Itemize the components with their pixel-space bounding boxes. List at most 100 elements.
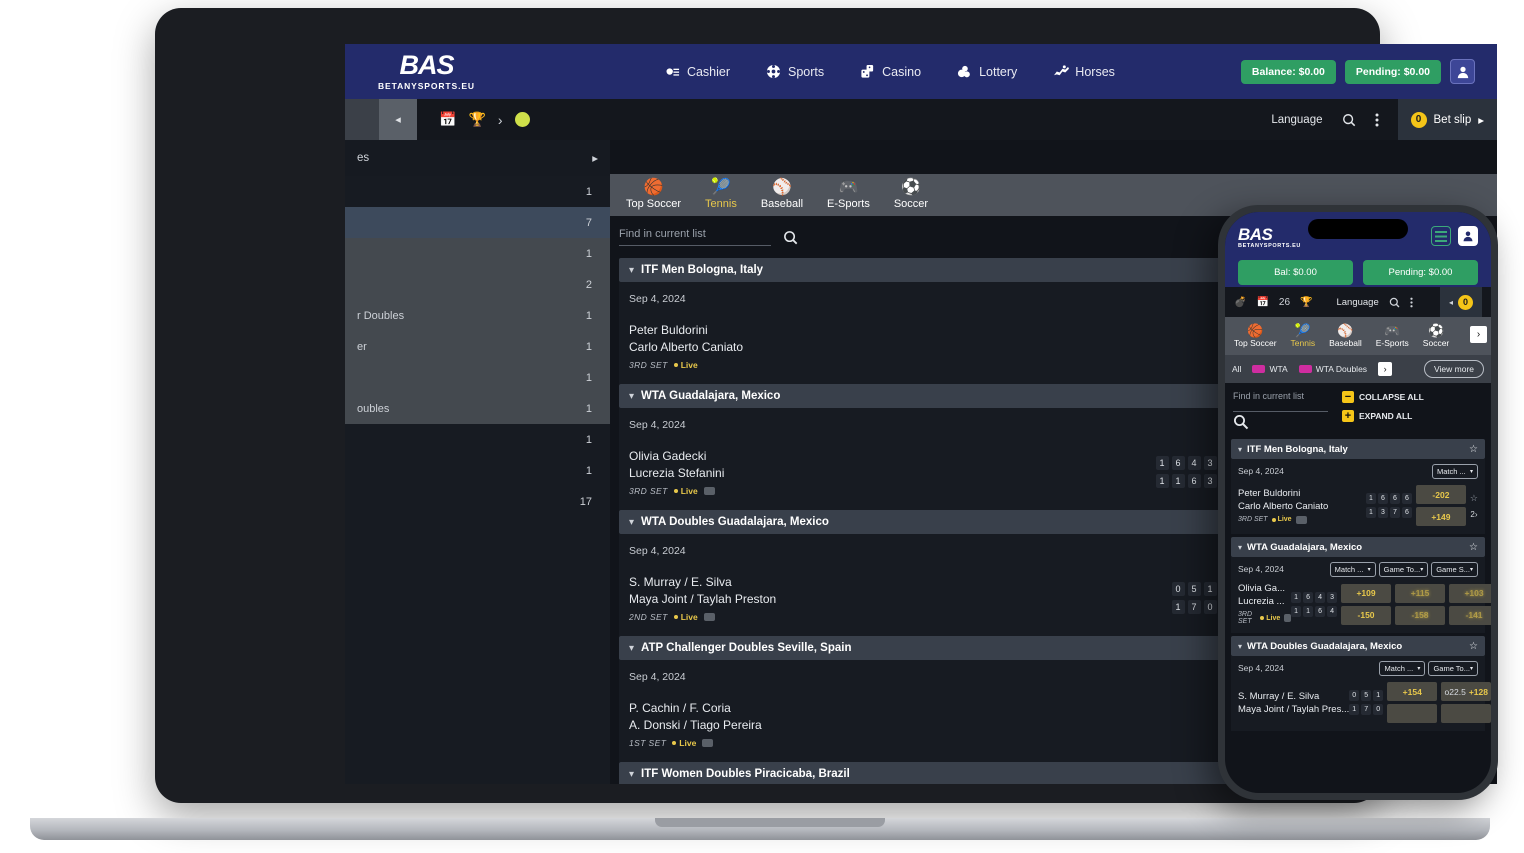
phone-league-header[interactable]: ▾ ITF Men Bologna, Italy ☆ — [1231, 439, 1485, 459]
sidebar-row[interactable]: 1 — [345, 455, 610, 486]
phone-sports-next-icon[interactable]: › — [1470, 326, 1487, 343]
bet-slip-button[interactable]: 0 Bet slip ▸ — [1397, 99, 1497, 140]
chevron-down-icon[interactable]: ▾ — [629, 391, 634, 402]
more-vertical-icon[interactable] — [1375, 113, 1379, 127]
menu-item-cashier[interactable]: Cashier — [665, 64, 730, 79]
sidebar-row[interactable]: 17 — [345, 486, 610, 517]
phone-market-select[interactable]: Game S... ▾ — [1431, 561, 1478, 577]
phone-bet-slip-button[interactable]: ◂ 0 — [1439, 287, 1482, 317]
phone-sport-tab-e-sports[interactable]: 🎮 E-Sports — [1376, 324, 1409, 348]
user-avatar-icon[interactable] — [1450, 59, 1475, 84]
sidebar-row[interactable]: 7 — [345, 207, 610, 238]
phone-pending-badge[interactable]: Pending: $0.00 — [1363, 260, 1478, 285]
odds-button[interactable]: +149 — [1415, 507, 1466, 526]
tv-stream-icon[interactable] — [1284, 614, 1292, 622]
odds-button[interactable]: -158 — [1395, 605, 1446, 625]
sidebar-row[interactable]: 1 — [345, 424, 610, 455]
odds-button[interactable]: -202 — [1415, 485, 1466, 504]
balance-badge[interactable]: Balance: $0.00 — [1240, 59, 1336, 84]
odds-button[interactable]: +109 — [1341, 583, 1392, 603]
live-icon[interactable]: 💣 — [1234, 297, 1246, 308]
phone-view-more-button[interactable]: View more — [1424, 360, 1484, 378]
favorite-star-icon[interactable]: ☆ — [1469, 444, 1478, 455]
sport-tab-soccer[interactable]: ⚽ Soccer — [894, 180, 928, 211]
phone-filter-chip[interactable]: WTA Doubles — [1298, 364, 1367, 374]
phone-match-row[interactable]: S. Murray / E. Silva Maya Joint / Taylah … — [1231, 680, 1491, 727]
menu-item-sports[interactable]: Sports — [766, 64, 824, 79]
sidebar-row[interactable]: er 1 — [345, 331, 610, 362]
favorite-star-icon[interactable]: ☆ — [1469, 641, 1478, 652]
odds-button[interactable]: +103 — [1449, 583, 1491, 603]
chevron-down-icon[interactable]: ▾ — [629, 517, 634, 528]
tv-stream-icon[interactable] — [703, 486, 715, 495]
phone-sport-tab-tennis[interactable]: 🎾 Tennis — [1291, 324, 1316, 348]
sidebar-row[interactable]: r Doubles 1 — [345, 300, 610, 331]
phone-market-select[interactable]: Match ... ▾ — [1432, 463, 1478, 479]
phone-league-header[interactable]: ▾ WTA Doubles Guadalajara, Mexico ☆ — [1231, 636, 1485, 656]
phone-filter-chip[interactable]: WTA — [1252, 364, 1288, 374]
phone-collapse-all-button[interactable]: − COLLAPSE ALL — [1342, 391, 1424, 403]
odds-button[interactable]: -150 — [1341, 605, 1392, 625]
phone-expand-all-button[interactable]: + EXPAND ALL — [1342, 410, 1424, 422]
phone-logo[interactable]: BAS BETANYSPORTS.EU — [1238, 226, 1301, 249]
sport-tab-top-soccer[interactable]: 🏀 Top Soccer — [626, 180, 681, 211]
phone-find-input[interactable]: Find in current list — [1233, 391, 1328, 412]
pending-badge[interactable]: Pending: $0.00 — [1344, 59, 1441, 84]
chevron-down-icon[interactable]: ▾ — [1238, 642, 1242, 651]
phone-filter-chip[interactable]: All — [1232, 364, 1241, 374]
user-avatar-icon[interactable] — [1458, 226, 1478, 246]
chevron-down-icon[interactable]: ▾ — [629, 265, 634, 276]
more-markets-count[interactable]: 2› — [1470, 510, 1477, 519]
sidebar-collapse-button[interactable]: ◂ — [379, 99, 417, 140]
sidebar-row[interactable]: 1 — [345, 238, 610, 269]
search-icon[interactable] — [783, 230, 798, 245]
favorite-star-icon[interactable]: ☆ — [1470, 493, 1478, 504]
chevron-down-icon[interactable]: ▾ — [629, 769, 634, 780]
site-logo[interactable]: BAS BETANYSPORTS.EU — [378, 52, 475, 92]
phone-sport-tab-top-soccer[interactable]: 🏀 Top Soccer — [1234, 324, 1277, 348]
odds-button[interactable]: +154 — [1387, 682, 1438, 701]
phone-filters-next-icon[interactable]: › — [1378, 362, 1393, 376]
menu-item-horses[interactable]: Horses — [1053, 64, 1115, 79]
find-in-list-input[interactable]: Find in current list — [619, 228, 771, 246]
phone-sport-tab-baseball[interactable]: ⚾ Baseball — [1329, 324, 1362, 348]
tv-stream-icon[interactable] — [703, 612, 715, 621]
phone-market-select[interactable]: Game To... ▾ — [1378, 561, 1429, 577]
trophy-icon[interactable]: 🏆 — [468, 111, 485, 128]
menu-item-lottery[interactable]: Lottery — [957, 64, 1017, 79]
favorite-star-icon[interactable]: ☆ — [1469, 542, 1478, 553]
phone-sport-tab-soccer[interactable]: ⚽ Soccer — [1423, 324, 1449, 348]
sidebar-row[interactable]: 1 — [345, 362, 610, 393]
phone-match-more[interactable]: ☆ 2› — [1470, 493, 1478, 519]
sidebar-tab-handle[interactable] — [345, 99, 379, 140]
tv-stream-icon[interactable] — [1295, 515, 1307, 524]
search-icon[interactable] — [1389, 297, 1400, 308]
language-button[interactable]: Language — [1271, 114, 1322, 126]
sidebar-row[interactable]: 1 — [345, 176, 610, 207]
sport-tab-tennis[interactable]: 🎾 Tennis — [705, 180, 737, 211]
calendar-icon[interactable]: 📅 — [1256, 297, 1268, 308]
trophy-icon[interactable]: 🏆 — [1300, 297, 1312, 308]
chevron-down-icon[interactable]: ▾ — [1238, 445, 1242, 454]
sidebar-header[interactable]: es ▸ — [345, 140, 610, 176]
chevron-down-icon[interactable]: ▾ — [1238, 543, 1242, 552]
menu-item-casino[interactable]: Casino — [860, 64, 921, 79]
sidebar-row[interactable]: 2 — [345, 269, 610, 300]
tv-stream-icon[interactable] — [702, 738, 714, 747]
phone-match-row[interactable]: Olivia Ga... Lucrezia ... 3RD SET Live 1 6 4 3 1… — [1231, 581, 1491, 629]
odds-button[interactable]: +115 — [1395, 583, 1446, 603]
phone-balance-badge[interactable]: Bal: $0.00 — [1238, 260, 1353, 285]
odds-button[interactable]: o22.5 +128 — [1441, 682, 1491, 701]
sidebar-row[interactable]: oubles 1 — [345, 393, 610, 424]
phone-match-row[interactable]: Peter Buldorini Carlo Alberto Caniato 3RD … — [1231, 483, 1485, 530]
calendar-icon[interactable]: 📅 — [439, 111, 456, 128]
tennis-ball-icon[interactable] — [514, 112, 530, 127]
more-vertical-icon[interactable] — [1410, 297, 1413, 308]
phone-league-header[interactable]: ▾ WTA Guadalajara, Mexico ☆ — [1231, 537, 1485, 557]
chevron-down-icon[interactable]: ▾ — [629, 643, 634, 654]
phone-language-button[interactable]: Language — [1336, 297, 1378, 308]
sport-tab-baseball[interactable]: ⚾ Baseball — [761, 180, 803, 211]
search-icon[interactable] — [1233, 414, 1328, 430]
phone-market-select[interactable]: Match ... ▾ — [1329, 561, 1376, 577]
phone-market-select[interactable]: Match ... ▾ — [1379, 660, 1426, 676]
